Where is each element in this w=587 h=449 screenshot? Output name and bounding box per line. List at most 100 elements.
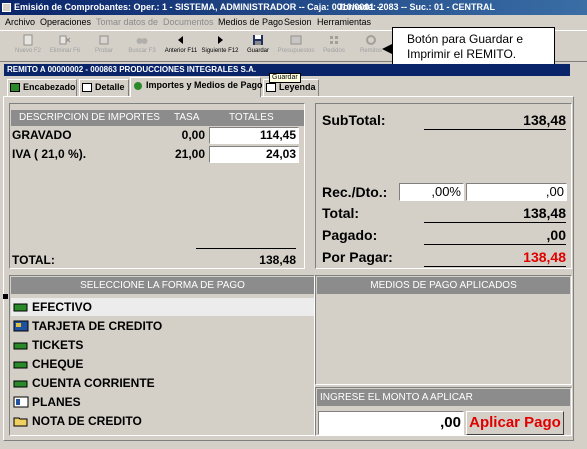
guardar-tooltip: Guardar xyxy=(269,73,301,83)
tab-leyenda-label: Leyenda xyxy=(279,82,316,92)
siguiente-button[interactable]: Siguiente F12 xyxy=(200,33,240,61)
pagado-label: Pagado: xyxy=(322,227,378,243)
buscar-label: Buscar F3 xyxy=(128,48,156,54)
anterior-label: Anterior F11 xyxy=(164,48,198,54)
money-bag-icon xyxy=(134,82,142,90)
total-label: Total: xyxy=(322,205,360,221)
recdto-percent-input[interactable]: ,00% xyxy=(399,183,464,201)
remitos-label: Remitos xyxy=(359,48,382,54)
window-title-bar: Emisión de Comprobantes: Oper.: 1 - SIST… xyxy=(0,0,587,15)
total-underline xyxy=(424,222,566,223)
probar-label: Probar xyxy=(94,48,113,54)
aplicar-pago-button[interactable]: Aplicar Pago xyxy=(466,411,564,435)
new-document-icon xyxy=(23,34,33,46)
menu-archivo[interactable]: Archivo xyxy=(5,15,35,29)
total-value: 138,48 xyxy=(523,205,566,221)
floppy-disk-icon xyxy=(253,35,263,45)
tab-detalle[interactable]: Detalle xyxy=(79,79,129,96)
recdto-label: Rec./Dto.: xyxy=(322,184,388,200)
row-gravado-total: 114,45 xyxy=(209,127,299,144)
binoculars-icon xyxy=(136,38,148,44)
anterior-button[interactable]: Anterior F11 xyxy=(162,33,200,61)
banknotes-icon xyxy=(13,303,28,312)
menu-operaciones[interactable]: Operaciones xyxy=(40,15,91,29)
pagado-underline xyxy=(424,244,566,245)
pago-efectivo[interactable]: EFECTIVO xyxy=(11,298,314,316)
guardar-button[interactable]: Guardar xyxy=(244,33,272,61)
app-icon xyxy=(2,3,11,12)
presupuestos-label: Presupuestos xyxy=(277,48,315,54)
selection-marker xyxy=(3,294,8,299)
pago-cuenta-corriente-label: CUENTA CORRIENTE xyxy=(32,376,155,390)
window-title: Emisión de Comprobantes: Oper.: 1 - SIST… xyxy=(14,2,383,12)
arrow-left-icon xyxy=(178,36,183,44)
menu-medios-de-pago[interactable]: Medios de Pago xyxy=(218,15,283,29)
col-tasa: TASA xyxy=(174,112,200,123)
tickets-icon xyxy=(13,342,28,350)
tab-encabezado-label: Encabezado xyxy=(23,82,76,92)
pago-tickets[interactable]: TICKETS xyxy=(11,336,314,354)
legend-tab-icon xyxy=(266,83,276,92)
row-iva-total: 24,03 xyxy=(209,146,299,163)
orders-icon xyxy=(330,36,338,44)
porpagar-label: Por Pagar: xyxy=(322,249,393,265)
pago-efectivo-label: EFECTIVO xyxy=(32,300,93,314)
probar-button[interactable]: Probar xyxy=(90,33,118,61)
subtotal-value: 138,48 xyxy=(523,112,566,128)
pago-planes[interactable]: PLANES xyxy=(11,393,314,411)
col-totales: TOTALES xyxy=(229,112,274,123)
row-iva-desc: IVA ( 21,0 %). xyxy=(12,147,87,161)
importes-total-label: TOTAL: xyxy=(12,253,55,267)
recdto-value-input[interactable]: ,00 xyxy=(466,183,567,201)
presupuestos-button[interactable]: Presupuestos xyxy=(276,33,316,61)
menu-tomar-datos[interactable]: Tomar datos de xyxy=(96,15,158,29)
row-gravado-tasa: 0,00 xyxy=(181,128,205,142)
detail-tab-icon xyxy=(82,83,92,92)
subtotal-underline xyxy=(424,129,566,130)
nuevo-label: Nuevo F2 xyxy=(14,48,41,54)
medios-aplicados-header: MEDIOS DE PAGO APLICADOS xyxy=(317,277,570,294)
test-icon xyxy=(99,35,109,45)
buscar-button[interactable]: Buscar F3 xyxy=(126,33,158,61)
importes-total-value: 138,48 xyxy=(259,253,296,267)
budget-icon xyxy=(290,35,302,45)
plans-icon xyxy=(13,396,29,408)
cheque-icon xyxy=(13,361,28,369)
col-descripcion: DESCRIPCION DE IMPORTES xyxy=(19,112,160,123)
account-icon xyxy=(13,380,28,388)
tab-encabezado[interactable]: Encabezado xyxy=(7,79,77,96)
nuevo-button[interactable]: Nuevo F2 xyxy=(12,33,44,61)
monto-input[interactable]: ,00 xyxy=(318,411,464,435)
menu-sesion[interactable]: Sesion xyxy=(284,15,312,29)
pago-cheque[interactable]: CHEQUE xyxy=(11,355,314,373)
header-tab-icon xyxy=(10,83,20,92)
tab-detalle-label: Detalle xyxy=(95,82,125,92)
callout-arrow xyxy=(382,44,392,54)
guardar-label: Guardar xyxy=(246,48,269,54)
siguiente-label: Siguiente F12 xyxy=(201,48,239,54)
row-gravado-desc: GRAVADO xyxy=(12,128,72,142)
eliminar-button[interactable]: Eliminar F6 xyxy=(48,33,82,61)
pago-cuenta-corriente[interactable]: CUENTA CORRIENTE xyxy=(11,374,314,392)
pagado-value: ,00 xyxy=(546,227,566,243)
window-title-session: Jornada: 2083 -- Suc.: 01 - CENTRAL xyxy=(338,2,496,12)
pago-nota-credito[interactable]: NOTA DE CREDITO xyxy=(11,412,314,430)
delivery-notes-icon xyxy=(366,35,376,45)
pago-nota-credito-label: NOTA DE CREDITO xyxy=(32,414,142,428)
menu-herramientas[interactable]: Herramientas xyxy=(317,15,371,29)
monto-header: INGRESE EL MONTO A APLICAR xyxy=(317,389,570,406)
pago-cheque-label: CHEQUE xyxy=(32,357,84,371)
importes-header: DESCRIPCION DE IMPORTES TASA TOTALES xyxy=(11,110,304,126)
pago-tarjeta[interactable]: TARJETA DE CREDITO xyxy=(11,317,314,335)
menu-documentos[interactable]: Documentos xyxy=(163,15,214,29)
row-iva-tasa: 21,00 xyxy=(174,147,205,161)
tab-importes-label: Importes y Medios de Pago xyxy=(146,80,263,90)
forma-pago-header: SELECCIONE LA FORMA DE PAGO xyxy=(11,277,314,294)
pago-tickets-label: TICKETS xyxy=(32,338,84,352)
tab-importes[interactable]: Importes y Medios de Pago xyxy=(130,77,263,97)
subtotal-label: SubTotal: xyxy=(322,112,386,128)
credit-card-icon xyxy=(13,320,29,332)
pedidos-button[interactable]: Pedidos xyxy=(318,33,350,61)
arrow-right-icon xyxy=(218,36,223,44)
pedidos-label: Pedidos xyxy=(323,48,345,54)
